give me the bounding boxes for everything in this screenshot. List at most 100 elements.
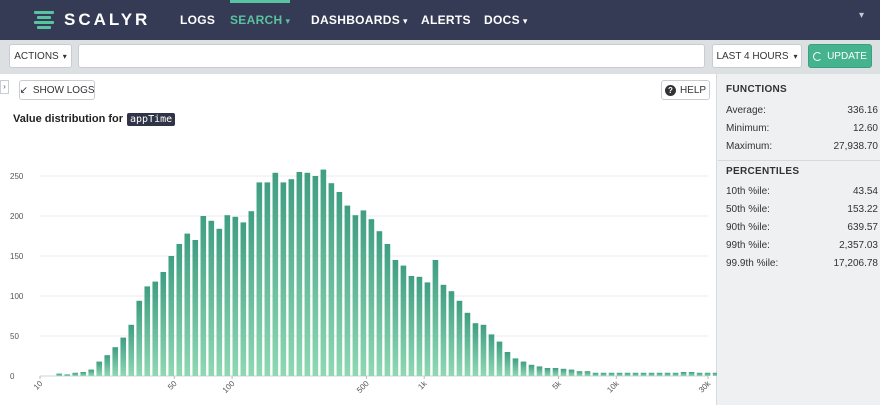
histogram-bar	[264, 182, 271, 376]
stat-p50: 50th %ile: 153.22	[726, 204, 878, 220]
histogram-bar	[256, 182, 263, 376]
search-input[interactable]	[78, 44, 705, 68]
refresh-icon	[813, 51, 823, 61]
histogram-bar	[352, 215, 359, 376]
histogram-bar	[248, 211, 255, 376]
stats-divider	[718, 160, 880, 161]
y-tick-label: 150	[10, 252, 24, 261]
histogram-bar	[296, 172, 303, 376]
y-tick-label: 0	[10, 372, 15, 381]
update-button[interactable]: UPDATE	[808, 44, 872, 68]
stat-value: 639.57	[847, 222, 878, 233]
histogram-bar	[128, 324, 135, 376]
histogram-bar	[472, 323, 479, 376]
stat-average: Average: 336.16	[726, 105, 878, 121]
stat-label: 10th %ile:	[726, 186, 770, 197]
histogram-bar	[272, 172, 279, 376]
histogram-bar	[328, 183, 335, 376]
stat-label: Minimum:	[726, 123, 770, 134]
stat-label: 90th %ile:	[726, 222, 770, 233]
histogram-bar	[336, 192, 343, 376]
histogram-bar	[360, 210, 367, 376]
stat-value: 12.60	[852, 123, 878, 134]
chevron-down-icon: ▾	[522, 16, 528, 26]
nav-dashboards-label: DASHBOARDS	[311, 13, 401, 27]
y-tick-label: 250	[10, 172, 24, 181]
value-distribution-chart: 0 50 100 150 200 250 10 50 100 500 1k 5k 10k 30k	[10, 169, 717, 395]
y-tick-label: 50	[10, 332, 19, 341]
histogram-bar	[456, 300, 463, 376]
stat-value: 2,357.03	[839, 240, 878, 251]
histogram-bar	[80, 372, 87, 376]
logo-text: SCALYR	[64, 10, 151, 29]
histogram-bar	[400, 265, 407, 376]
actions-label: ACTIONS	[14, 50, 59, 62]
histogram-bar	[616, 372, 623, 376]
histogram-bar	[200, 216, 207, 376]
histogram-bar	[584, 371, 591, 376]
nav-dashboards[interactable]: DASHBOARDS ▾	[311, 0, 408, 40]
histogram-bar	[440, 284, 447, 376]
histogram-bar	[512, 358, 519, 376]
histogram-bar	[168, 256, 175, 376]
histogram-bar	[464, 312, 471, 376]
histogram-bar	[96, 361, 103, 376]
histogram-bar	[536, 366, 543, 376]
histogram-bar	[240, 222, 247, 376]
histogram-bar	[496, 341, 503, 376]
actions-dropdown[interactable]: ACTIONS ▾	[9, 44, 72, 68]
histogram-bar	[672, 372, 679, 376]
histogram-bar	[376, 231, 383, 376]
nav-alerts[interactable]: ALERTS	[421, 0, 471, 40]
histogram-bar	[528, 364, 535, 376]
update-label: UPDATE	[827, 50, 867, 62]
logo-icon	[34, 11, 54, 29]
stat-p999: 99.9th %ile: 17,206.78	[726, 258, 878, 274]
histogram-bar	[568, 369, 575, 376]
histogram-bar	[216, 228, 223, 376]
histogram-bar	[640, 372, 647, 376]
histogram-bar	[664, 372, 671, 376]
nav-docs[interactable]: DOCS ▾	[484, 0, 528, 40]
time-range-dropdown[interactable]: LAST 4 HOURS ▾	[712, 44, 802, 68]
histogram-bar	[144, 286, 151, 376]
histogram-bar	[408, 276, 415, 376]
x-tick-label: 50	[166, 379, 179, 392]
nav-search-label: SEARCH	[230, 13, 283, 27]
nav-logs[interactable]: LOGS	[180, 0, 215, 40]
nav-logs-label: LOGS	[180, 13, 216, 27]
y-tick-label: 200	[10, 212, 24, 221]
stat-minimum: Minimum: 12.60	[726, 123, 878, 139]
histogram-bar	[344, 205, 351, 376]
histogram-bar	[552, 368, 559, 376]
histogram-bar	[632, 372, 639, 376]
percentiles-heading: PERCENTILES	[726, 166, 800, 177]
y-tick-label: 100	[10, 292, 24, 301]
histogram-bar	[176, 244, 183, 376]
stat-label: 99.9th %ile:	[726, 258, 779, 269]
stat-p99: 99th %ile: 2,357.03	[726, 240, 878, 256]
histogram-bar	[160, 272, 167, 376]
histogram-bar	[592, 372, 599, 376]
histogram-bar	[704, 372, 711, 376]
histogram-bar	[680, 372, 687, 376]
histogram-bar	[648, 372, 655, 376]
nav-search[interactable]: SEARCH ▾	[230, 0, 291, 40]
histogram-bar	[192, 240, 199, 376]
histogram-bar	[120, 337, 127, 376]
histogram-bar	[688, 372, 695, 376]
scalyr-logo[interactable]: SCALYR	[34, 9, 150, 31]
histogram-bar	[56, 373, 63, 376]
histogram-bar	[104, 355, 111, 376]
histogram-bar	[424, 282, 431, 376]
stat-label: 99th %ile:	[726, 240, 770, 251]
histogram-bar	[384, 244, 391, 376]
x-tick-label: 30k	[697, 378, 713, 394]
user-menu-chevron-icon[interactable]: ▾	[859, 10, 864, 21]
x-tick-label: 100	[221, 379, 237, 395]
histogram-bar	[232, 216, 239, 376]
histogram-bar	[696, 372, 703, 376]
time-range-label: LAST 4 HOURS	[716, 50, 789, 62]
histogram-bar	[312, 176, 319, 376]
stat-label: 50th %ile:	[726, 204, 770, 215]
